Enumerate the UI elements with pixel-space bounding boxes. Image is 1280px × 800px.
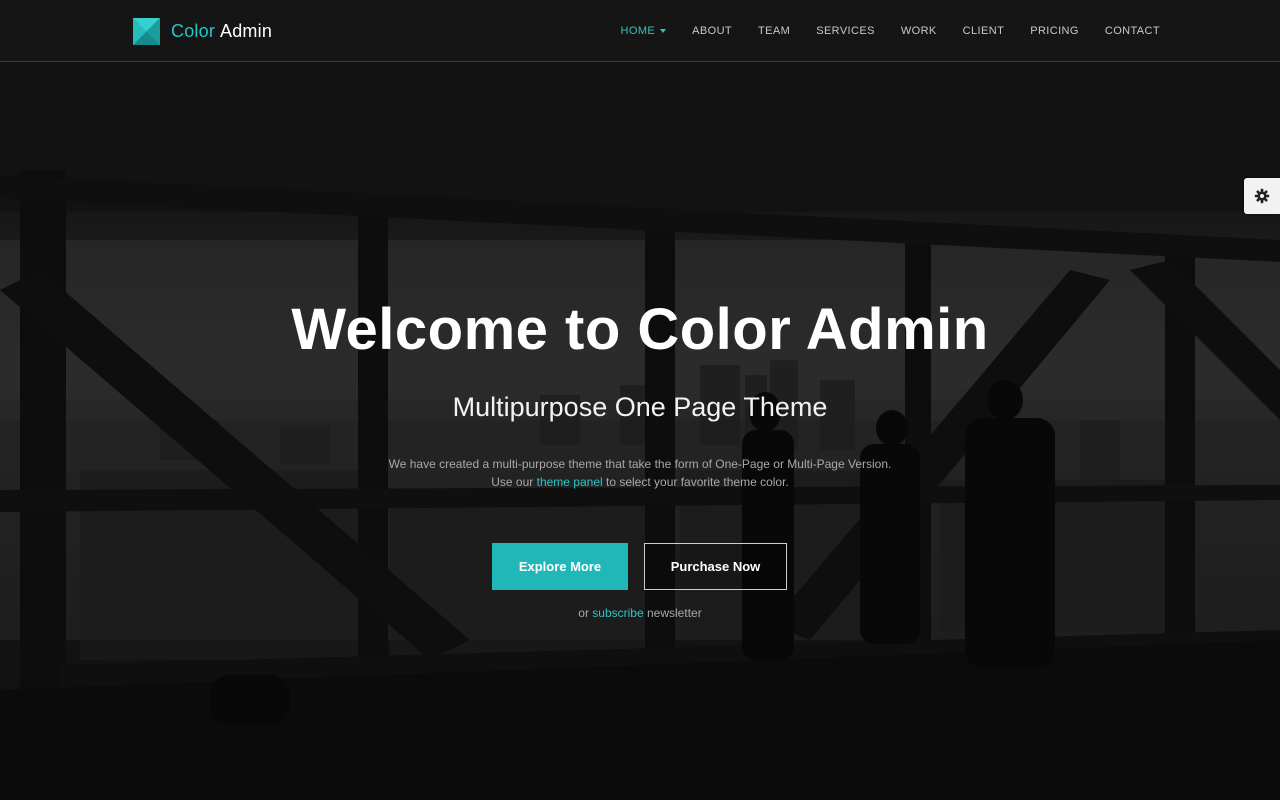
gear-icon (1254, 188, 1270, 204)
hero-description-line2: Use our theme panel to select your favor… (0, 473, 1280, 491)
nav-item-work[interactable]: WORK (901, 25, 937, 37)
caret-down-icon (660, 29, 667, 33)
subscribe-line: or subscribe newsletter (0, 606, 1280, 620)
brand-name: Color Admin (171, 21, 272, 42)
nav-item-team[interactable]: TEAM (758, 25, 790, 37)
subscribe-text: or (578, 606, 589, 620)
brand-link[interactable]: Color Admin (133, 17, 272, 45)
hero-subtitle: Multipurpose One Page Theme (452, 392, 828, 422)
nav-item-label: HOME (620, 25, 656, 37)
nav-item-label: ABOUT (692, 25, 733, 37)
purchase-now-button[interactable]: Purchase Now (644, 543, 787, 590)
nav-item-client[interactable]: CLIENT (963, 25, 1005, 37)
subscribe-text: newsletter (647, 606, 702, 620)
nav-item-pricing[interactable]: PRICING (1030, 25, 1079, 37)
main-nav: HOME ABOUT TEAM SERVICES WORK CLIENT PRI… (595, 0, 1160, 62)
nav-item-home[interactable]: HOME (621, 25, 667, 37)
brand-name-admin: Admin (220, 20, 273, 41)
hero-content: Welcome to Color Admin Multipurpose One … (0, 0, 1280, 800)
nav-item-label: CLIENT (962, 25, 1005, 37)
subscribe-link[interactable]: subscribe (592, 606, 643, 620)
brand-name-color: Color (171, 20, 216, 41)
explore-more-button[interactable]: Explore More (492, 543, 628, 590)
top-navbar: Color Admin HOME ABOUT TEAM SERVICES WORK… (0, 0, 1280, 62)
theme-panel-link[interactable]: theme panel (537, 475, 603, 489)
nav-item-label: SERVICES (816, 25, 875, 37)
nav-item-about[interactable]: ABOUT (692, 25, 732, 37)
nav-item-label: WORK (900, 25, 937, 37)
hero-title: Welcome to Color Admin (291, 297, 989, 362)
theme-panel-toggle-button[interactable] (1244, 178, 1280, 214)
color-admin-logo-icon (133, 17, 160, 45)
nav-item-label: PRICING (1030, 25, 1079, 37)
hero-description-line1: We have created a multi-purpose theme th… (388, 457, 892, 471)
nav-item-contact[interactable]: CONTACT (1105, 25, 1160, 37)
description-text: Use our (491, 475, 534, 489)
nav-item-services[interactable]: SERVICES (816, 25, 875, 37)
description-text: to select your favorite theme color. (606, 475, 789, 489)
nav-item-label: CONTACT (1104, 25, 1160, 37)
nav-item-label: TEAM (758, 25, 791, 37)
hero-description: We have created a multi-purpose theme th… (0, 455, 1280, 491)
